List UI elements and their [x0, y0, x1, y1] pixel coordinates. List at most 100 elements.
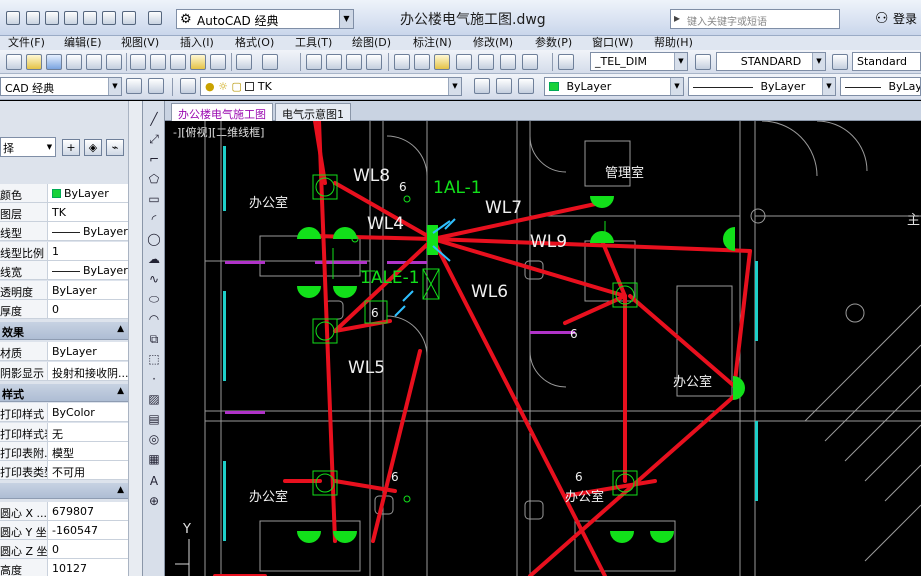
app-menu-icon[interactable]	[6, 11, 20, 25]
category-plot-style[interactable]: 样式 ▲	[0, 384, 128, 402]
tab-drawing-1[interactable]: 办公楼电气施工图	[171, 103, 273, 121]
copy-icon[interactable]	[150, 54, 166, 70]
menu-file[interactable]: 文件(F)	[8, 36, 45, 50]
chevron-down-icon[interactable]: ▼	[108, 78, 121, 95]
sheet-set-icon[interactable]	[456, 54, 472, 70]
category-view[interactable]: ▲	[0, 483, 128, 499]
chevron-down-icon[interactable]: ▼	[44, 138, 55, 156]
spline-icon[interactable]: ∿	[146, 271, 162, 287]
collapse-icon[interactable]: ▲	[117, 324, 124, 334]
workspace-select[interactable]: ⚙ AutoCAD 经典 ▼	[176, 9, 354, 29]
linetype-select[interactable]: ByLayer ▼	[688, 77, 836, 96]
prop-row-center-x[interactable]: 圆心 X ... 679807	[0, 502, 128, 521]
prop-row-lineweight[interactable]: 线宽 ByLayer	[0, 261, 128, 280]
table-icon[interactable]: ▦	[146, 451, 162, 467]
chevron-down-icon[interactable]: ▼	[670, 78, 683, 95]
mtext-icon[interactable]: A	[146, 473, 162, 489]
save-icon[interactable]	[46, 54, 62, 70]
prop-row-plottype[interactable]: 打印表类型 不可用	[0, 461, 128, 480]
tab-drawing-2[interactable]: 电气示意图1	[275, 103, 351, 121]
zoom-realtime-icon[interactable]	[326, 54, 342, 70]
prop-row-center-z[interactable]: 圆心 Z 坐... 0	[0, 540, 128, 559]
prop-row-layer[interactable]: 图层 TK	[0, 203, 128, 222]
chevron-down-icon[interactable]: ▼	[812, 53, 825, 70]
prop-row-plottable[interactable]: 打印样式表 无	[0, 423, 128, 442]
arc-icon[interactable]: ◜	[146, 211, 162, 227]
polygon-icon[interactable]: ⬠	[146, 171, 162, 187]
prop-row-center-y[interactable]: 圆心 Y 坐... -160547	[0, 521, 128, 540]
text-style-icon[interactable]	[558, 54, 574, 70]
search-input[interactable]: ▸ 键入关键字或短语	[670, 9, 840, 29]
new-icon[interactable]	[26, 11, 40, 25]
prop-row-linetype[interactable]: 线型 ByLayer	[0, 222, 128, 241]
menu-dimension[interactable]: 标注(N)	[413, 36, 452, 50]
print-icon[interactable]	[102, 11, 116, 25]
open-icon[interactable]	[45, 11, 59, 25]
chevron-down-icon[interactable]: ▼	[448, 78, 461, 95]
prop-row-shadow[interactable]: 阴影显示 投射和接收阴...	[0, 362, 128, 381]
prop-row-transparency[interactable]: 透明度 ByLayer	[0, 281, 128, 300]
prop-row-thickness[interactable]: 厚度 0	[0, 300, 128, 319]
hatch-icon[interactable]: ▨	[146, 391, 162, 407]
ellipse-icon[interactable]: ⬭	[146, 291, 162, 307]
qnew-icon[interactable]	[6, 54, 22, 70]
selection-select[interactable]: 择 ▼	[0, 137, 56, 157]
select-objects-icon[interactable]: ◈	[84, 139, 102, 156]
gradient-icon[interactable]: ▤	[146, 411, 162, 427]
calculator-icon[interactable]	[500, 54, 516, 70]
text-style-select[interactable]: _TEL_DIM ▼	[590, 52, 688, 71]
block-editor-icon[interactable]	[210, 54, 226, 70]
prop-row-color[interactable]: 颜色 ByLayer	[0, 184, 128, 203]
preview-icon[interactable]	[86, 54, 102, 70]
table-style-icon[interactable]	[832, 54, 848, 70]
login-link[interactable]: 登录	[893, 10, 917, 27]
publish-icon[interactable]	[106, 54, 122, 70]
menu-help[interactable]: 帮助(H)	[654, 36, 693, 50]
binoculars-icon[interactable]: ⚇	[875, 9, 888, 27]
menu-modify[interactable]: 修改(M)	[473, 36, 513, 50]
design-center-icon[interactable]	[414, 54, 430, 70]
polyline-icon[interactable]: ⌐	[146, 151, 162, 167]
rectangle-icon[interactable]: ▭	[146, 191, 162, 207]
add-selected-icon[interactable]: ⊕	[146, 493, 162, 509]
prop-row-plotstyle[interactable]: 打印样式 ByColor	[0, 403, 128, 422]
paste-icon[interactable]	[170, 54, 186, 70]
undo-icon[interactable]	[236, 54, 252, 70]
dim-style-icon[interactable]	[695, 54, 711, 70]
properties-icon[interactable]	[394, 54, 410, 70]
collapse-icon[interactable]: ▲	[117, 386, 124, 396]
collapse-icon[interactable]: ▲	[117, 485, 124, 495]
table-style-select[interactable]: Standard	[852, 52, 921, 71]
markup-icon[interactable]	[478, 54, 494, 70]
print-icon[interactable]	[66, 54, 82, 70]
chevron-down-icon[interactable]: ▼	[339, 10, 353, 28]
prop-row-ltscale[interactable]: 线型比例 1	[0, 242, 128, 261]
point-icon[interactable]: ·	[146, 371, 162, 387]
cut-icon[interactable]	[130, 54, 146, 70]
menu-format[interactable]: 格式(O)	[235, 36, 274, 50]
drawing-canvas[interactable]: -][俯视][二维线框] 1AL-1 1ALE-1 WL8 WL4 WL7 WL…	[165, 121, 921, 576]
chevron-down-icon[interactable]: ▼	[674, 53, 687, 70]
category-3d-effects[interactable]: 效果 ▲	[0, 322, 128, 340]
circle-icon[interactable]: ◯	[146, 231, 162, 247]
dim-style-select[interactable]: STANDARD ▼	[716, 52, 826, 71]
menu-view[interactable]: 视图(V)	[121, 36, 159, 50]
save-icon[interactable]	[64, 11, 78, 25]
workspace-combo[interactable]: CAD 经典 ▼	[0, 77, 122, 96]
prop-row-height[interactable]: 高度 10127	[0, 559, 128, 576]
redo-icon[interactable]	[148, 11, 162, 25]
layer-manager-icon[interactable]	[180, 78, 196, 94]
menu-tools[interactable]: 工具(T)	[295, 36, 332, 50]
help-icon[interactable]	[522, 54, 538, 70]
menu-edit[interactable]: 编辑(E)	[64, 36, 102, 50]
undo-icon[interactable]	[122, 11, 136, 25]
layer-select[interactable]: ● ☼ ▢ TK ▼	[200, 77, 462, 96]
layer-previous-icon[interactable]	[496, 78, 512, 94]
region-icon[interactable]: ◎	[146, 431, 162, 447]
pickadd-icon[interactable]: +	[62, 139, 80, 156]
workspace-settings-icon[interactable]	[148, 78, 164, 94]
gear-icon[interactable]	[126, 78, 142, 94]
menu-window[interactable]: 窗口(W)	[592, 36, 633, 50]
construction-line-icon[interactable]: ⤢	[146, 131, 162, 147]
zoom-previous-icon[interactable]	[366, 54, 382, 70]
